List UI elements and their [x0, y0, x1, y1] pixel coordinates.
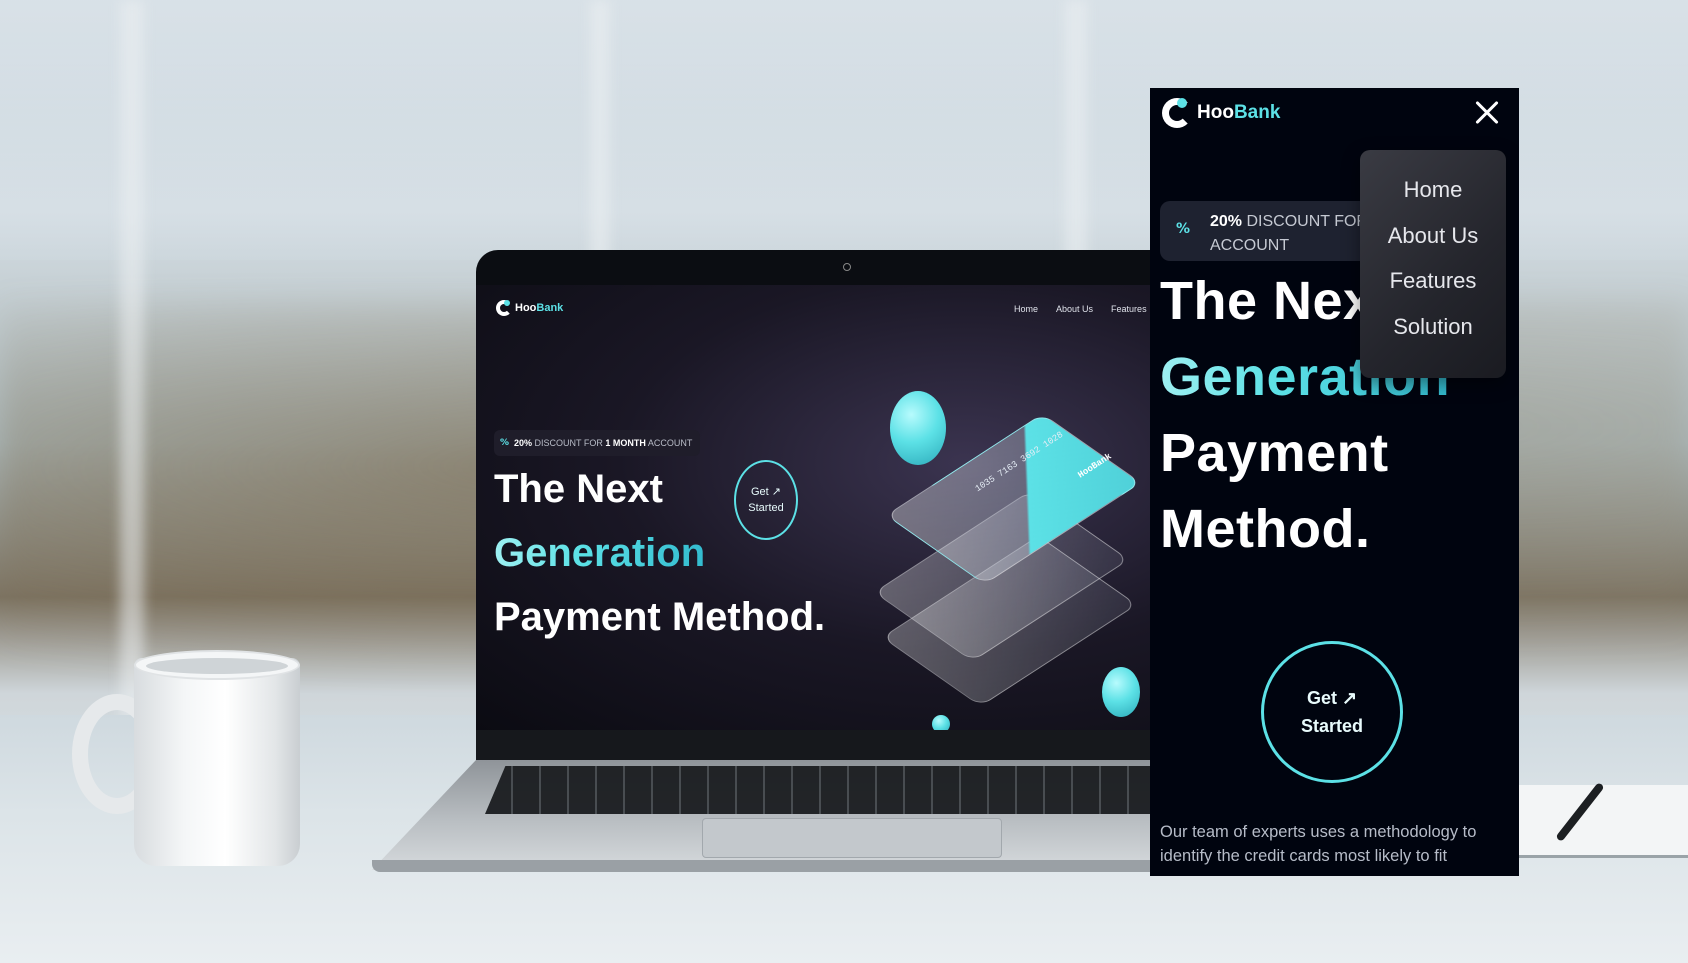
percent-icon: %: [500, 438, 510, 448]
mug-inside: [146, 658, 288, 674]
trackpad: [702, 818, 1002, 858]
headline-line-2: Generation: [494, 531, 706, 575]
hoobank-logo[interactable]: HooBank: [496, 300, 563, 316]
hoobank-logo-icon: [496, 300, 512, 316]
headline-line-4: Method.: [1160, 499, 1371, 559]
get-started-label: Started: [748, 502, 784, 514]
get-started-label: Get ↗: [750, 486, 781, 498]
nav-home[interactable]: Home: [1014, 304, 1038, 314]
window-frame: [120, 0, 144, 720]
discount-text-line-2: ACCOUNT: [1210, 237, 1290, 254]
get-started-label: Started: [1300, 716, 1363, 736]
coffee-mug: [134, 658, 300, 866]
discount-text-line-1: 20% DISCOUNT FOR 1: [1210, 213, 1382, 230]
headline-line-3: Payment Method.: [494, 595, 826, 639]
hoobank-logo[interactable]: HooBank: [1162, 98, 1280, 128]
hero-paragraph: Our team of experts uses a methodology t…: [1160, 823, 1477, 865]
webcam: [843, 263, 851, 271]
headline-line-1: The Nex: [1160, 271, 1374, 331]
mobile-screen: HooBank % 20% DISCOUNT FOR 1 ACCOUNT The…: [1150, 88, 1519, 876]
hoobank-logo-text: HooBank: [1197, 102, 1281, 123]
mobile-nav-menu: Home About Us Features Solution: [1360, 150, 1506, 378]
get-started-button[interactable]: Get ↗ Started: [1261, 641, 1403, 783]
decor-orb: [890, 391, 946, 465]
decor-orb: [932, 715, 950, 730]
nav-features[interactable]: Features: [1111, 304, 1147, 314]
laptop-nav: Home About Us Features: [1014, 304, 1147, 314]
menu-item-home[interactable]: Home: [1360, 167, 1506, 213]
headline-line-1: The Next: [494, 467, 663, 511]
menu-item-solution[interactable]: Solution: [1360, 304, 1506, 350]
percent-icon: %: [1176, 221, 1191, 237]
nav-about-us[interactable]: About Us: [1056, 304, 1093, 314]
headline-line-3: Payment: [1160, 423, 1389, 483]
decor-orb: [1102, 667, 1140, 717]
hoobank-logo-icon: [1162, 98, 1192, 128]
get-started-button[interactable]: Get ↗ Started: [734, 460, 798, 540]
get-started-label: Get ↗: [1306, 688, 1358, 708]
menu-item-features[interactable]: Features: [1360, 258, 1506, 304]
laptop-screen: HooBank Home About Us Features % 20% DIS…: [476, 285, 1176, 730]
discount-text: 20% DISCOUNT FOR 1 MONTH ACCOUNT: [514, 438, 693, 448]
keyboard: [485, 766, 1165, 814]
menu-item-about-us[interactable]: About Us: [1360, 213, 1506, 259]
laptop-base-edge: [372, 860, 1172, 872]
close-icon[interactable]: [1470, 96, 1504, 130]
mockup-scene: HooBank Home About Us Features % 20% DIS…: [0, 0, 1688, 963]
discount-badge: % 20% DISCOUNT FOR 1 MONTH ACCOUNT: [494, 430, 701, 456]
hoobank-logo-text: HooBank: [515, 302, 564, 314]
laptop-chin: [476, 730, 1176, 760]
